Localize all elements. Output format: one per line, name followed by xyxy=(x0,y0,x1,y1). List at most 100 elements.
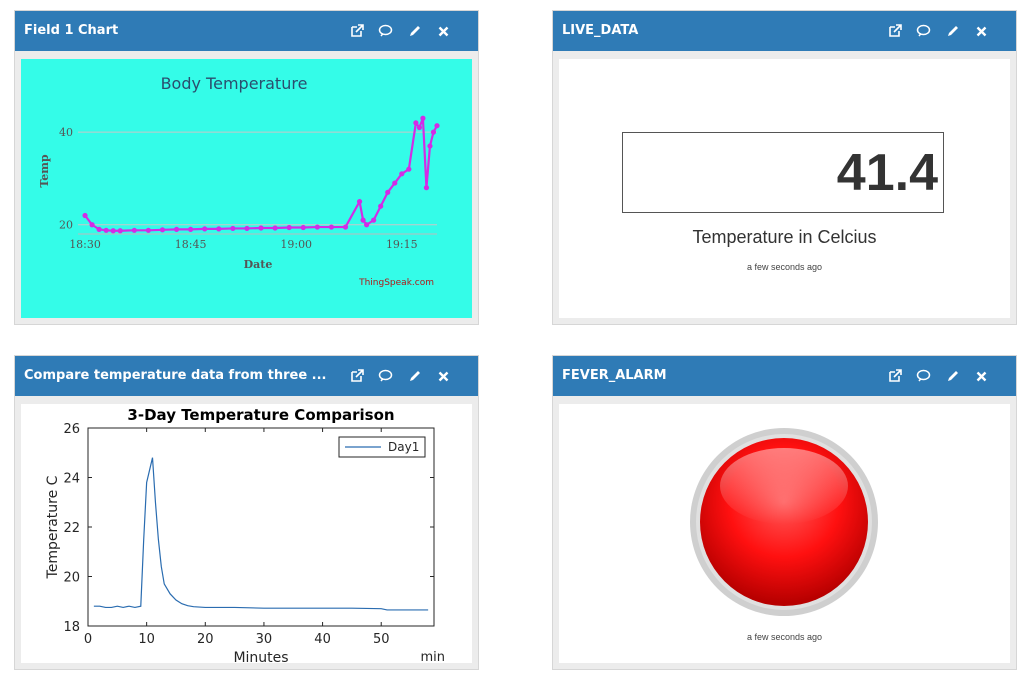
widget-actions xyxy=(342,356,458,396)
data-series-line xyxy=(84,117,438,232)
x-tick-label: 18:30 xyxy=(69,238,101,251)
data-point xyxy=(173,226,180,232)
y-axis-label: Temp xyxy=(38,154,51,188)
data-point xyxy=(117,228,123,234)
close-button[interactable] xyxy=(429,356,458,396)
close-button[interactable] xyxy=(429,11,458,51)
comment-button[interactable] xyxy=(909,356,938,396)
chart-area: 3-Day Temperature Comparison 18 20 22 24 26 0 1… xyxy=(21,404,472,665)
x-axis-label: Date xyxy=(244,258,273,271)
widget-header: FEVER_ALARM xyxy=(553,356,1016,396)
data-point xyxy=(420,115,426,121)
lamp-highlight xyxy=(720,448,848,524)
lamp-indicator xyxy=(690,428,878,616)
pencil-button[interactable] xyxy=(400,356,429,396)
comment-icon xyxy=(916,24,931,38)
x-unit-label: min xyxy=(420,650,445,665)
x-tick-label: 20 xyxy=(197,632,214,647)
data-point xyxy=(286,224,292,231)
data-point xyxy=(328,224,335,230)
data-point xyxy=(434,123,440,129)
x-tick-label: 40 xyxy=(314,632,331,647)
comment-button[interactable] xyxy=(909,11,938,51)
x-tick-label: 18:45 xyxy=(175,238,207,251)
temperature-value-display: 41.4 xyxy=(622,132,944,213)
data-point xyxy=(110,228,116,234)
x-tick-label: 50 xyxy=(373,632,390,647)
y-tick-label: 22 xyxy=(63,521,80,536)
chart-title: 3-Day Temperature Comparison xyxy=(127,406,394,424)
data-point xyxy=(399,171,405,177)
chart-title: Body Temperature xyxy=(161,74,308,93)
three-day-comparison-chart: 3-Day Temperature Comparison 18 20 22 24 26 0 1… xyxy=(45,406,445,665)
data-point xyxy=(416,124,423,131)
y-tick-label: 24 xyxy=(63,472,80,487)
y-tick-label: 20 xyxy=(63,571,80,586)
data-point xyxy=(371,217,377,223)
chart-area: Body Temperature 20 40 18:30 18:45 19:00 19:15… xyxy=(21,59,472,318)
pencil-icon xyxy=(408,24,422,38)
widget-actions xyxy=(880,356,996,396)
external-link-icon xyxy=(350,369,364,383)
comment-button[interactable] xyxy=(371,356,400,396)
y-tick-label: 18 xyxy=(63,620,80,635)
updated-timestamp: a few seconds ago xyxy=(746,632,823,642)
data-point xyxy=(360,217,366,223)
data-point xyxy=(82,212,88,219)
widget-title: LIVE_DATA xyxy=(562,23,639,38)
data-point xyxy=(258,225,264,231)
y-tick-label: 40 xyxy=(59,126,73,139)
close-button[interactable] xyxy=(967,356,996,396)
external-link-icon xyxy=(350,24,364,38)
data-point xyxy=(216,226,222,232)
widget-actions xyxy=(880,11,996,51)
external-link-button[interactable] xyxy=(342,11,371,51)
close-button[interactable] xyxy=(967,11,996,51)
legend-label: Day1 xyxy=(388,440,419,454)
data-point xyxy=(188,226,194,232)
data-point xyxy=(406,166,412,172)
close-icon xyxy=(438,26,449,37)
numeric-display-body: 41.4 Temperature in Celcius a few second… xyxy=(559,59,1010,318)
body-temperature-chart: Body Temperature 20 40 18:30 18:45 19:00 19:15… xyxy=(38,74,440,288)
x-tick-label: 19:00 xyxy=(280,238,312,251)
data-point xyxy=(89,222,95,228)
pencil-button[interactable] xyxy=(938,356,967,396)
compare-temperature-widget: Compare temperature data from three ... … xyxy=(14,355,479,670)
thingspeak-credit: ThingSpeak.com xyxy=(358,278,434,288)
widget-title: Compare temperature data from three ... xyxy=(24,368,327,383)
widget-actions xyxy=(342,11,458,51)
external-link-button[interactable] xyxy=(342,356,371,396)
data-point xyxy=(392,180,398,186)
data-point xyxy=(145,227,151,233)
data-point xyxy=(300,224,306,231)
x-tick-label: 30 xyxy=(256,632,273,647)
fever-alarm-widget: FEVER_ALARM a few seconds ago xyxy=(552,355,1017,670)
comment-button[interactable] xyxy=(371,11,400,51)
data-point xyxy=(159,227,166,233)
data-point xyxy=(230,225,236,232)
external-link-button[interactable] xyxy=(880,11,909,51)
close-icon xyxy=(976,371,987,382)
data-point xyxy=(244,225,250,232)
data-point xyxy=(342,224,349,230)
external-link-button[interactable] xyxy=(880,356,909,396)
pencil-button[interactable] xyxy=(400,11,429,51)
temperature-label: Temperature in Celcius xyxy=(692,227,877,247)
external-link-icon xyxy=(888,369,902,383)
pencil-icon xyxy=(946,369,960,383)
comment-icon xyxy=(916,369,931,383)
data-point xyxy=(378,203,384,209)
data-point xyxy=(96,226,102,232)
field1-chart-widget: Field 1 Chart Body Temperature 20 40 18:30 1… xyxy=(14,10,479,325)
updated-timestamp: a few seconds ago xyxy=(746,262,823,272)
external-link-icon xyxy=(888,24,902,38)
data-point xyxy=(385,189,391,195)
close-icon xyxy=(438,371,449,382)
widget-header: LIVE_DATA xyxy=(553,11,1016,51)
x-tick-label: 10 xyxy=(138,632,155,647)
data-point xyxy=(430,129,437,135)
pencil-button[interactable] xyxy=(938,11,967,51)
legend: Day1 xyxy=(338,436,426,458)
data-point xyxy=(427,143,433,149)
